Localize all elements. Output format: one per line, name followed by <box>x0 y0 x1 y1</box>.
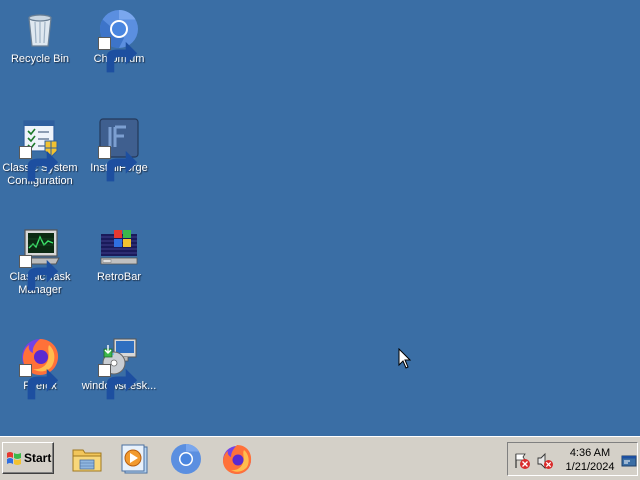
chromium-icon <box>98 8 140 73</box>
firefox-icon <box>223 445 252 474</box>
chromium-icon <box>171 444 201 474</box>
shortcut-arrow-icon <box>98 364 138 400</box>
shortcut-arrow-icon <box>98 146 138 182</box>
retrobar-icon <box>98 226 140 268</box>
system-configuration-icon <box>19 117 61 182</box>
mouse-cursor-icon <box>398 348 412 369</box>
desktop-icon-chromium[interactable]: Chromium <box>79 2 159 73</box>
windows-logo-icon <box>7 452 21 465</box>
firefox-icon <box>19 335 61 400</box>
desktop-icon-classic-task-manager[interactable]: Classic Task Manager <box>0 220 80 297</box>
shortcut-arrow-icon <box>98 37 138 73</box>
desktop-icon-windowsdesk[interactable]: windowsdesk... <box>79 329 159 400</box>
clock-time: 4:36 AM <box>569 447 611 459</box>
file-explorer-icon <box>72 449 102 472</box>
installforge-icon <box>98 117 140 182</box>
taskbar-clock[interactable]: 4:36 AM 1/21/2024 <box>560 446 620 474</box>
shortcut-arrow-icon <box>19 364 59 400</box>
desktop-icon-recycle-bin[interactable]: Recycle Bin <box>0 2 80 66</box>
clock-date: 1/21/2024 <box>565 461 615 473</box>
start-button[interactable]: Start <box>2 442 54 474</box>
system-tray: 4:36 AM 1/21/2024 <box>507 442 638 476</box>
desktop-icon-installforge[interactable]: InstallForge <box>79 111 159 182</box>
desktop-icon-label: Recycle Bin <box>10 53 70 65</box>
recycle-bin-icon <box>19 8 61 50</box>
taskbar: Start 4:36 AM 1/21/2024 <box>0 436 640 480</box>
desktop[interactable]: Recycle Bin Chromium Classic System Conf… <box>0 0 640 436</box>
shortcut-arrow-icon <box>19 146 59 182</box>
desktop-icon-classic-system-configuration[interactable]: Classic System Configuration <box>0 111 80 188</box>
start-label: Start <box>24 451 52 465</box>
task-manager-icon <box>19 226 61 291</box>
quick-launch-chromium[interactable] <box>169 442 203 476</box>
volume-muted-icon[interactable] <box>536 452 554 470</box>
action-center-flag-icon[interactable] <box>513 452 531 470</box>
quick-launch-media-player[interactable] <box>118 442 152 476</box>
desktop-icon-retrobar[interactable]: RetroBar <box>79 220 159 284</box>
show-desktop-icon[interactable] <box>620 452 637 470</box>
media-player-icon <box>121 444 148 474</box>
desktop-icon-firefox[interactable]: Firefox <box>0 329 80 400</box>
quick-launch-file-explorer[interactable] <box>70 442 104 476</box>
installer-package-icon <box>98 335 140 400</box>
shortcut-arrow-icon <box>19 255 59 291</box>
desktop-icon-label: RetroBar <box>96 271 142 283</box>
quick-launch-firefox[interactable] <box>220 442 254 476</box>
